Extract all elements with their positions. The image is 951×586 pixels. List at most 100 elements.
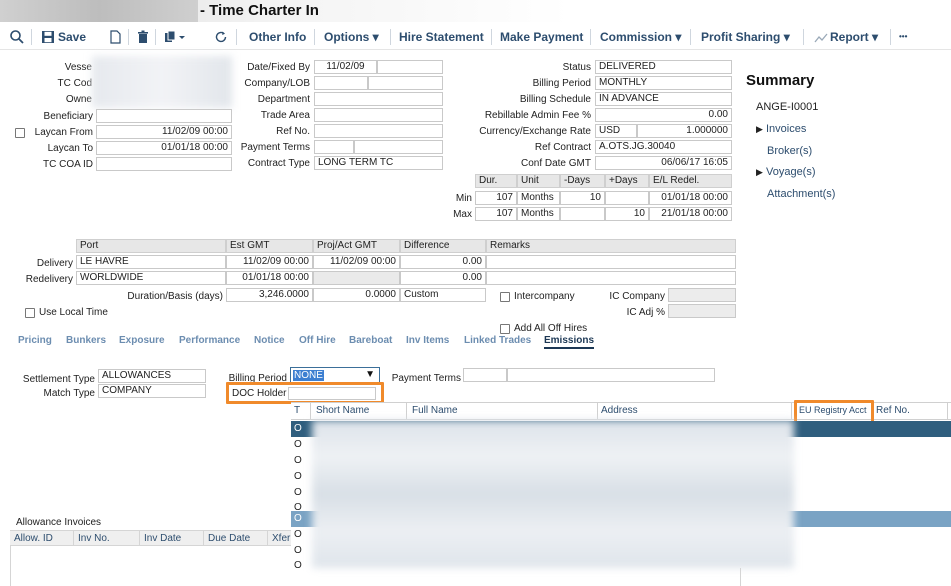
date-fixed-by-label: Date/Fixed By	[247, 62, 310, 73]
commission-menu[interactable]: Commission ▾	[600, 24, 681, 50]
title-bar: - Time Charter In	[0, 0, 951, 22]
duration-days-field[interactable]: 3,246.0000	[226, 288, 313, 302]
conf-date-field[interactable]: 06/06/17 16:05	[595, 156, 732, 170]
redelivery-est-field[interactable]: 01/01/18 00:00	[226, 271, 313, 285]
save-button[interactable]: Save	[58, 24, 86, 50]
options-label: Options	[324, 30, 370, 44]
summary-brokers[interactable]: Broker(s)	[767, 145, 812, 157]
contract-type-field[interactable]: LONG TERM TC	[314, 156, 443, 170]
chart-icon	[814, 33, 828, 43]
other-info-button[interactable]: Other Info	[249, 24, 306, 50]
search-icon[interactable]	[9, 29, 25, 45]
report-menu[interactable]: Report ▾	[830, 24, 878, 50]
beneficiary-field[interactable]	[96, 109, 232, 123]
trade-area-field[interactable]	[314, 108, 443, 122]
profit-sharing-menu[interactable]: Profit Sharing ▾	[701, 24, 790, 50]
rebillable-field[interactable]: 0.00	[595, 108, 732, 122]
department-field[interactable]	[314, 92, 443, 106]
fixed-by-field[interactable]	[377, 60, 443, 74]
ref-contract-label: Ref Contract	[534, 142, 591, 153]
tab-pricing[interactable]: Pricing	[18, 335, 52, 346]
allowance-invoices-title: Allowance Invoices	[16, 517, 102, 528]
max-plus-days-field[interactable]: 10	[605, 207, 649, 221]
tab-bunkers[interactable]: Bunkers	[66, 335, 106, 346]
delete-icon[interactable]	[135, 29, 151, 45]
min-unit-field[interactable]: Months	[517, 191, 560, 205]
tab-notice[interactable]: Notice	[254, 335, 285, 346]
add-all-off-hires-checkbox[interactable]	[500, 324, 510, 334]
popup-row-marker: O	[294, 487, 302, 498]
delivery-proj-field[interactable]: 11/02/09 00:00	[313, 255, 400, 269]
tab-off-hire[interactable]: Off Hire	[299, 335, 336, 346]
new-document-icon[interactable]	[107, 29, 123, 45]
min-dur-field[interactable]: 107	[475, 191, 517, 205]
contract-type-label: Contract Type	[247, 158, 310, 169]
refresh-icon[interactable]	[213, 29, 229, 45]
tab-inv-items[interactable]: Inv Items	[406, 335, 449, 346]
tab-linked-trades[interactable]: Linked Trades	[464, 335, 531, 346]
date-fixed-field[interactable]: 11/02/09	[314, 60, 377, 74]
exchange-rate-field[interactable]: 1.000000	[637, 124, 732, 138]
redelivery-remarks-field[interactable]	[486, 271, 736, 285]
min-redel-field[interactable]: 01/01/18 00:00	[649, 191, 732, 205]
summary-voyages[interactable]: ▶ Voyage(s)	[756, 166, 816, 178]
ref-no-field[interactable]	[314, 124, 443, 138]
billing-schedule-field[interactable]: IN ADVANCE	[595, 92, 732, 106]
match-type-field[interactable]: COMPANY	[98, 384, 206, 398]
add-all-off-hires-label: Add All Off Hires	[514, 323, 588, 334]
ic-company-field[interactable]	[668, 288, 736, 302]
payment-terms-desc-field[interactable]	[354, 140, 443, 154]
emissions-payment-terms-field[interactable]	[463, 368, 507, 382]
min-minus-days-field[interactable]: 10	[560, 191, 605, 205]
port-header: Port	[76, 239, 226, 253]
settlement-type-field[interactable]: ALLOWANCES	[98, 369, 206, 383]
redelivery-proj-field[interactable]	[313, 271, 400, 285]
ic-adj-field[interactable]	[668, 304, 736, 318]
delivery-remarks-field[interactable]	[486, 255, 736, 269]
more-menu[interactable]: •••	[899, 24, 907, 50]
options-menu[interactable]: Options ▾	[324, 24, 379, 50]
proj-act-gmt-header: Proj/Act GMT	[313, 239, 400, 253]
redelivery-port-field[interactable]: WORLDWIDE	[76, 271, 226, 285]
company-field[interactable]	[314, 76, 368, 90]
hire-statement-button[interactable]: Hire Statement	[399, 24, 484, 50]
save-icon[interactable]	[40, 29, 56, 45]
tab-emissions[interactable]: Emissions	[544, 335, 595, 349]
currency-field[interactable]: USD	[595, 124, 637, 138]
use-local-time-checkbox[interactable]	[25, 308, 35, 318]
max-redel-field[interactable]: 21/01/18 00:00	[649, 207, 732, 221]
laycan-from-field[interactable]: 11/02/09 00:00	[96, 125, 232, 139]
status-field[interactable]: DELIVERED	[595, 60, 732, 74]
max-minus-days-field[interactable]	[560, 207, 605, 221]
summary-attachments[interactable]: Attachment(s)	[767, 188, 835, 200]
tc-coa-id-field[interactable]	[96, 157, 232, 171]
summary-invoices[interactable]: ▶ Invoices	[756, 123, 806, 135]
laycan-to-field[interactable]: 01/01/18 00:00	[96, 141, 232, 155]
due-date-header: Due Date	[208, 533, 251, 544]
ref-contract-field[interactable]: A.OTS.JG.30040	[595, 140, 732, 154]
max-unit-field[interactable]: Months	[517, 207, 560, 221]
duration-basis-field[interactable]: Custom	[400, 288, 486, 302]
min-plus-days-field[interactable]	[605, 191, 649, 205]
copy-dropdown-icon[interactable]	[163, 29, 189, 45]
inv-no-header: Inv No.	[78, 533, 110, 544]
intercompany-label: Intercompany	[514, 291, 575, 302]
lob-field[interactable]	[368, 76, 443, 90]
delivery-est-field[interactable]: 11/02/09 00:00	[226, 255, 313, 269]
invoices-link: Invoices	[765, 123, 807, 135]
commission-label: Commission	[600, 30, 673, 44]
min-label: Min	[455, 193, 472, 204]
inv-date-header: Inv Date	[144, 533, 182, 544]
right-panel-border	[740, 568, 741, 586]
laycan-checkbox[interactable]	[15, 128, 25, 138]
max-dur-field[interactable]: 107	[475, 207, 517, 221]
intercompany-checkbox[interactable]	[500, 292, 510, 302]
make-payment-button[interactable]: Make Payment	[500, 24, 583, 50]
tab-bareboat[interactable]: Bareboat	[349, 335, 392, 346]
tab-performance[interactable]: Performance	[179, 335, 240, 346]
billing-period-field[interactable]: MONTHLY	[595, 76, 732, 90]
delivery-port-field[interactable]: LE HAVRE	[76, 255, 226, 269]
emissions-payment-terms-desc-field[interactable]	[507, 368, 715, 382]
tab-exposure[interactable]: Exposure	[119, 335, 165, 346]
payment-terms-field[interactable]	[314, 140, 354, 154]
